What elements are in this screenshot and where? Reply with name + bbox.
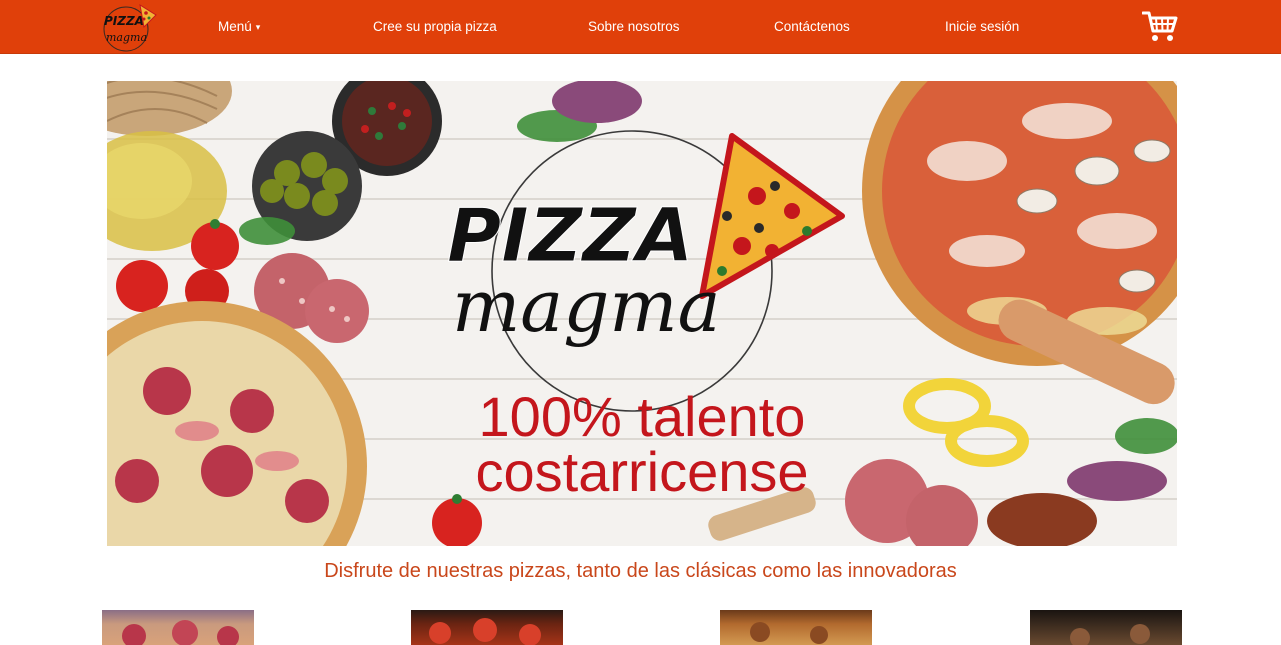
nav-login[interactable]: Inicie sesión	[945, 19, 1019, 34]
caret-down-icon: ▾	[255, 22, 261, 32]
svg-text:PIZZA: PIZZA	[104, 14, 144, 28]
pizza-photo-1[interactable]	[102, 610, 254, 645]
page-tagline: Disfrute de nuestras pizzas, tanto de la…	[324, 560, 957, 582]
pizza-photo-2[interactable]	[411, 610, 563, 645]
brand-logo[interactable]: PIZZA magma	[100, 1, 158, 53]
nav-build-your-pizza[interactable]: Cree su propia pizza	[373, 19, 497, 34]
nav-contact[interactable]: Contáctenos	[774, 19, 850, 34]
nav-menu-label: Menú	[218, 19, 252, 34]
hero-banner: PIZZA magma 100% talento costarricense	[107, 81, 1177, 546]
top-navbar: PIZZA magma Menú ▾ Cree su propia pizza S…	[0, 0, 1281, 54]
cart-icon[interactable]	[1141, 9, 1178, 43]
hero-slogan-line1: 100% talento	[479, 385, 806, 448]
nav-about-us[interactable]: Sobre nosotros	[588, 19, 680, 34]
hero-brand-bottom: magma	[452, 264, 721, 348]
hero-slogan-line2: costarricense	[475, 440, 808, 503]
pizza-photo-4[interactable]	[1030, 610, 1182, 645]
pizza-photo-3[interactable]	[720, 610, 872, 645]
nav-menu-dropdown[interactable]: Menú ▾	[218, 19, 260, 34]
svg-text:magma: magma	[106, 31, 147, 44]
